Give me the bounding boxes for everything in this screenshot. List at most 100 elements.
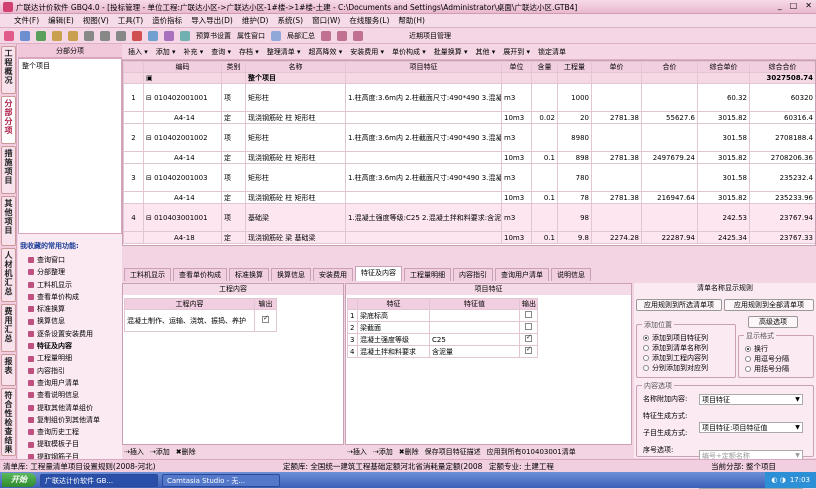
- cell-uprice[interactable]: 3015.82: [697, 111, 750, 124]
- local-summary-button[interactable]: 局部汇总: [287, 31, 315, 41]
- apply-all-button[interactable]: 应用到所有010403001清单: [487, 447, 576, 457]
- division-tree[interactable]: 整个项目: [18, 58, 122, 234]
- quota-row[interactable]: A4-18 定现浇钢筋砼 梁 基础梁 10m3 0.1 9.8 2274.28 22287.…: [123, 231, 815, 244]
- output-checkbox[interactable]: [262, 314, 269, 323]
- format-option[interactable]: 用逗号分隔: [745, 354, 789, 364]
- cell-qty[interactable]: 98: [557, 203, 592, 232]
- cell-content[interactable]: 0.1: [531, 151, 558, 164]
- cell-qty[interactable]: 9.8: [557, 231, 592, 244]
- cell-unit[interactable]: m3: [501, 123, 532, 152]
- cell-unit[interactable]: 10m3: [501, 231, 532, 244]
- cell-price[interactable]: 2781.38: [591, 151, 642, 164]
- close-icon[interactable]: ✕: [805, 1, 812, 10]
- list-tool-8[interactable]: 单价构成 ▾: [392, 47, 426, 57]
- lock-icon[interactable]: [337, 30, 347, 41]
- cell-name[interactable]: 基础梁: [245, 203, 346, 232]
- cell-utotal[interactable]: 235232.4: [749, 163, 815, 192]
- cell-uprice[interactable]: 242.53: [697, 203, 750, 232]
- feature-table[interactable]: 特征特征值输出 1梁底标高2梁截面3混凝土强度等级C254混凝土拌和料要求含泥量: [347, 298, 538, 358]
- favorite-item[interactable]: 特征及内容: [28, 340, 120, 352]
- cell-feat[interactable]: 1.柱高度:3.6m内 2.柱截面尺寸:490*490 3.混凝土强度等级:C2…: [345, 123, 502, 152]
- cell-content[interactable]: [531, 163, 558, 192]
- col-header[interactable]: 项目特征: [345, 61, 502, 73]
- paste-icon[interactable]: [116, 30, 126, 41]
- content-delete-button[interactable]: ✖删除: [176, 447, 196, 457]
- cell-name[interactable]: 矩形柱: [245, 163, 346, 192]
- cell-content[interactable]: [531, 203, 558, 232]
- cell-total[interactable]: 55627.6: [641, 111, 698, 124]
- copy-icon[interactable]: [100, 30, 110, 41]
- cell-total[interactable]: 216947.64: [641, 191, 698, 204]
- cell-total[interactable]: [641, 203, 698, 232]
- feature-row[interactable]: 4 混凝土拌和料要求 含泥量: [347, 345, 538, 358]
- delete-icon[interactable]: [132, 30, 142, 41]
- cell-content[interactable]: 0.1: [531, 191, 558, 204]
- work-content-cell[interactable]: 混凝土制作、运输、浇筑、振捣、养护: [124, 309, 255, 332]
- cell-utotal[interactable]: 60320: [749, 83, 815, 112]
- favorite-item[interactable]: 查看说明信息: [28, 389, 120, 401]
- output-checkbox[interactable]: [525, 335, 532, 342]
- output-checkbox[interactable]: [525, 323, 532, 330]
- detail-tab-1[interactable]: 查看单价构成: [173, 268, 227, 281]
- list-tool-11[interactable]: 展开到 ▾: [503, 47, 530, 57]
- open-icon[interactable]: [20, 30, 30, 41]
- bill-row[interactable]: 1 ⊟ 010402001001 项矩形柱 1.柱高度:3.6m内 2.柱截面尺寸:4…: [123, 83, 815, 112]
- cell-type[interactable]: 项: [221, 203, 246, 232]
- list-tool-10[interactable]: 其他 ▾: [476, 47, 496, 57]
- menu-item-9[interactable]: 在线服务(L): [349, 15, 389, 26]
- feat-gen-select[interactable]: 项目特征:项目特征值 ▼: [699, 422, 803, 433]
- new-icon[interactable]: [4, 30, 14, 41]
- cell-name[interactable]: 现浇钢筋砼 柱 矩形柱: [245, 111, 346, 124]
- cell-unit[interactable]: m3: [501, 203, 532, 232]
- collapse-icon[interactable]: ⊟: [146, 94, 154, 102]
- tree-item-root[interactable]: 整个项目: [19, 59, 121, 73]
- apply-selected-button[interactable]: 应用规则到所选清单项: [636, 299, 722, 311]
- redo-icon[interactable]: [68, 30, 78, 41]
- detail-tab-2[interactable]: 标准换算: [229, 268, 269, 281]
- cell-code[interactable]: ⊟ 010402001003: [143, 163, 222, 192]
- feature-name[interactable]: 梁截面: [357, 321, 430, 334]
- unit-icon[interactable]: [353, 30, 363, 41]
- feature-add-button[interactable]: ⇢添加: [373, 447, 393, 457]
- menu-item-2[interactable]: 视图(V): [83, 15, 109, 26]
- cell-feat[interactable]: [345, 191, 502, 204]
- col-header[interactable]: 工程量: [557, 61, 592, 73]
- cell-utotal[interactable]: 23767.33: [749, 231, 815, 244]
- detail-tab-7[interactable]: 内容指引: [453, 268, 493, 281]
- cell-feat[interactable]: 1.柱高度:3.6m内 2.柱截面尺寸:490*490 3.混凝土强度等级:C2…: [345, 163, 502, 192]
- feature-value[interactable]: [429, 321, 520, 334]
- cell-feat[interactable]: [345, 151, 502, 164]
- format-option[interactable]: 用括号分隔: [745, 364, 789, 374]
- favorite-item[interactable]: 复制组价到其他清单: [28, 414, 120, 426]
- detail-tab-3[interactable]: 换算信息: [271, 268, 311, 281]
- recent-projects-button[interactable]: 近期项目管理: [409, 31, 451, 41]
- add-position-option[interactable]: 分别添加到对应列: [643, 363, 708, 373]
- favorite-item[interactable]: 查询窗口: [28, 254, 120, 266]
- menu-item-6[interactable]: 维护(D): [242, 15, 269, 26]
- list-tool-6[interactable]: 超高降效 ▾: [309, 47, 343, 57]
- cell-feat[interactable]: [345, 231, 502, 244]
- cell-name[interactable]: 现浇钢筋砼 柱 矩形柱: [245, 191, 346, 204]
- menu-item-0[interactable]: 文件(F): [14, 15, 39, 26]
- cell-feat[interactable]: [345, 111, 502, 124]
- content-add-button[interactable]: ⇢添加: [150, 447, 170, 457]
- cell-content[interactable]: 0.02: [531, 111, 558, 124]
- cell-code[interactable]: ⊟ 010403001001: [143, 203, 222, 232]
- bill-row[interactable]: 2 ⊟ 010402001002 项矩形柱 1.柱高度:3.6m内 2.柱截面尺寸:4…: [123, 123, 815, 152]
- add-position-option[interactable]: 添加到工程内容列: [643, 353, 708, 363]
- cell-unit[interactable]: 10m3: [501, 191, 532, 204]
- menu-item-1[interactable]: 编辑(E): [48, 15, 74, 26]
- list-tool-2[interactable]: 补充 ▾: [184, 47, 204, 57]
- collapse-icon[interactable]: ⊟: [146, 174, 154, 182]
- cell-uprice[interactable]: 60.32: [697, 83, 750, 112]
- list-tool-9[interactable]: 批量换算 ▾: [434, 47, 468, 57]
- cell-utotal[interactable]: 2708188.4: [749, 123, 815, 152]
- cell-price[interactable]: [591, 83, 642, 112]
- name-add-select[interactable]: 项目特征 ▼: [699, 394, 803, 405]
- property-window-button[interactable]: 属性窗口: [237, 31, 265, 41]
- detail-tab-5[interactable]: 特征及内容: [355, 266, 402, 281]
- bill-grid[interactable]: 编码 类别 名称 项目特征 单位 含量 工程量 单价 合价 综合单价 综合合价 ▣ 整个项目 30275…: [122, 60, 816, 246]
- cell-utotal[interactable]: 2708206.36: [749, 151, 815, 164]
- detail-tab-0[interactable]: 工料机显示: [124, 268, 171, 281]
- menu-item-7[interactable]: 系统(S): [277, 15, 303, 26]
